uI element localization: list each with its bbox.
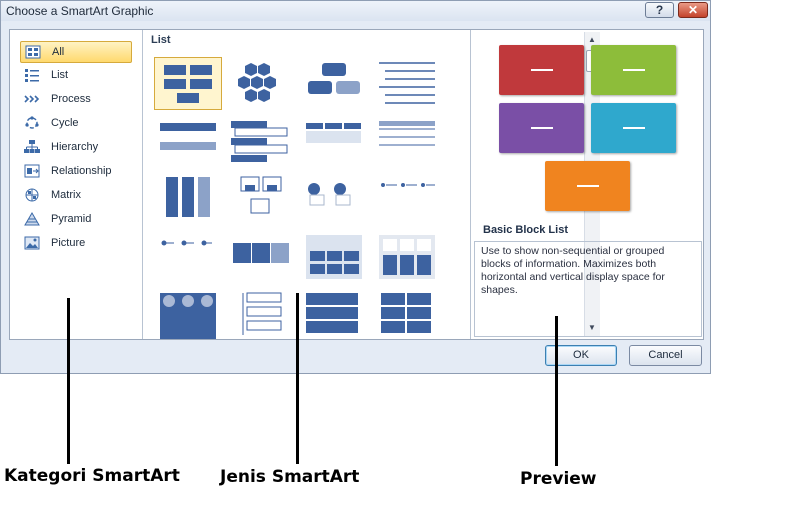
category-item-list[interactable]: List (20, 65, 132, 87)
category-label: Pyramid (51, 213, 92, 225)
smartart-thumbnail-grouped-picture[interactable] (300, 231, 368, 284)
smartart-thumbnail-lined-list[interactable] (373, 57, 441, 110)
hierarchy-icon (24, 140, 40, 153)
smartart-thumbnail-hexagon-cluster[interactable] (227, 57, 295, 110)
smartart-thumbnail-vertical-bullets[interactable] (154, 173, 222, 226)
smartart-thumbnail-titled-list[interactable] (227, 115, 295, 168)
category-label: Relationship (51, 165, 112, 177)
smartart-thumbnail-picture-caption[interactable] (227, 173, 295, 226)
annotation-label-types: Jenis SmartArt (220, 467, 360, 487)
smartart-thumbnail-rounded-blocks[interactable] (300, 57, 368, 110)
category-item-hierarchy[interactable]: Hierarchy (20, 137, 132, 159)
choose-smartart-dialog: Choose a SmartArt Graphic ? ✕ All List P… (0, 0, 711, 374)
process-icon (24, 95, 40, 103)
close-button[interactable]: ✕ (678, 2, 708, 18)
preview-title: Basic Block List (483, 224, 568, 236)
category-item-all[interactable]: All (20, 41, 132, 63)
smartart-thumbnail-bullet-pins[interactable] (154, 231, 222, 284)
category-label: Matrix (51, 189, 81, 201)
smartart-thumbnail-horizontal-bullets[interactable] (300, 115, 368, 168)
smartart-thumbnail-horizontal-picture[interactable] (227, 231, 295, 284)
cancel-button[interactable]: Cancel (629, 345, 702, 366)
preview-block-2 (591, 45, 676, 95)
annotation-pointer-types (296, 293, 299, 464)
smartart-thumbnail-picture-strips[interactable] (154, 289, 222, 342)
annotation-pointer-categories (67, 298, 70, 464)
annotation-pointer-preview (555, 316, 558, 466)
pyramid-icon (24, 212, 40, 226)
gallery-header: List (151, 34, 171, 46)
preview-description: Use to show non-sequential or grouped bl… (474, 241, 702, 337)
smartart-thumbnail-stacked-list[interactable] (373, 289, 441, 342)
category-item-relationship[interactable]: Relationship (20, 161, 132, 183)
category-label: Cycle (51, 117, 79, 129)
preview-block-3 (499, 103, 584, 153)
smartart-thumbnail-circle-list[interactable] (300, 173, 368, 226)
category-item-pyramid[interactable]: Pyramid (20, 209, 132, 231)
smartart-thumbnail-basic-block-list[interactable] (154, 57, 222, 110)
category-label: Process (51, 93, 91, 105)
smartart-thumbnail-picture-grid[interactable] (373, 231, 441, 284)
category-item-cycle[interactable]: Cycle (20, 113, 132, 135)
category-label: List (51, 69, 69, 81)
smartart-thumbnail-table-list[interactable] (373, 115, 441, 168)
category-list: All List Process Cycle Hierarchy Relatio… (10, 30, 143, 339)
category-item-process[interactable]: Process (20, 89, 132, 111)
annotation-label-preview: Preview (520, 469, 597, 489)
category-label: All (52, 46, 65, 58)
preview-block-1 (499, 45, 584, 95)
smartart-thumbnail-stacked-bars[interactable] (154, 115, 222, 168)
list-icon (25, 69, 39, 82)
help-button[interactable]: ? (645, 2, 674, 18)
dialog-content: All List Process Cycle Hierarchy Relatio… (9, 29, 704, 340)
title-bar[interactable]: Choose a SmartArt Graphic ? ✕ (1, 1, 710, 21)
preview-block-5 (545, 161, 630, 211)
preview-block-4 (591, 103, 676, 153)
picture-icon (24, 236, 40, 250)
smartart-gallery: List ▲ ▼ (143, 30, 600, 342)
relationship-icon (24, 164, 40, 178)
category-item-picture[interactable]: Picture (20, 233, 132, 255)
preview-pane: Basic Block List Use to show non-sequent… (470, 30, 704, 339)
annotation-label-categories: Kategori SmartArt (4, 466, 180, 486)
smartart-thumbnail-bracket-list[interactable] (227, 289, 295, 342)
cycle-icon (25, 116, 39, 129)
matrix-icon (25, 188, 39, 202)
category-label: Picture (51, 237, 86, 249)
window-title: Choose a SmartArt Graphic (6, 4, 154, 18)
category-label: Hierarchy (51, 141, 99, 153)
smartart-thumbnail-dotted-list[interactable] (373, 173, 441, 226)
all-icon (25, 45, 41, 59)
category-item-matrix[interactable]: Matrix (20, 185, 132, 207)
smartart-thumbnail-tab-list[interactable] (300, 289, 368, 342)
